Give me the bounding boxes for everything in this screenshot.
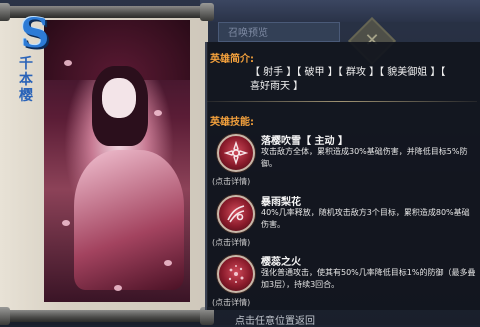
sakura-flower-icon[interactable] (217, 134, 255, 172)
petal (164, 260, 172, 266)
section-divider (207, 101, 477, 102)
petal (62, 220, 70, 226)
fire-petal-icon[interactable] (217, 255, 255, 293)
scroll-rod-bottom (0, 310, 210, 322)
petal (114, 285, 122, 291)
hero-name-char: 本 (19, 72, 33, 88)
scroll-knob (0, 307, 10, 325)
hero-name-char: 千 (19, 56, 33, 72)
intro-title: 英雄简介: (210, 54, 254, 65)
skill-description: 强化普通攻击，使其有50%几率降低目标1%的防御（最多叠加3层），持续3回合。 (261, 268, 476, 289)
skill-description: 攻击敌方全体，累积造成30%基础伤害，并降低目标5%防御。 (261, 147, 468, 168)
hero-tags: 【 射手 】【 破甲 】【 群攻 】【 貌美御姐 】【 喜好雨天 】 (250, 66, 470, 94)
skill-detail-link[interactable]: (点击详情) (212, 176, 250, 187)
hero-name: 千 本 樱 (18, 56, 34, 104)
background-header (200, 0, 480, 22)
skill-name: 落樱吹雪【 主动 】 (261, 136, 348, 147)
skill-detail-link[interactable]: (点击详情) (212, 237, 250, 248)
hero-name-char: 樱 (19, 88, 33, 104)
skill-description: 40%几率释放，随机攻击敌方3个目标，累积造成80%基础伤害。 (261, 208, 470, 229)
background-tab-label: 召唤预览 (228, 28, 268, 39)
portrait-face (102, 78, 136, 118)
scroll-knob (0, 3, 10, 21)
tags-line: 【 射手 】【 破甲 】【 群攻 】【 貌美御姐 】【 (250, 67, 446, 78)
skill-entry[interactable]: 落樱吹雪【 主动 】 攻击敌方全体，累积造成30%基础伤害，并降低目标5%防御。… (208, 134, 478, 190)
skill-entry[interactable]: 暴雨梨花 40%几率释放，随机攻击敌方3个目标，累积造成80%基础伤害。 (点击… (208, 195, 478, 251)
bloom-burst-icon[interactable] (217, 195, 255, 233)
skill-name: 樱蕊之火 (261, 257, 301, 268)
skill-detail-link[interactable]: (点击详情) (212, 297, 250, 308)
hero-portrait (44, 20, 190, 302)
tags-line: 喜好雨天 】 (250, 81, 304, 92)
portrait-robe (74, 150, 184, 290)
petal (64, 60, 72, 66)
skills-title: 英雄技能: (210, 117, 254, 128)
petal (154, 110, 162, 116)
skill-name: 暴雨梨花 (261, 197, 301, 208)
rank-badge: S (20, 10, 50, 57)
skill-entry[interactable]: 樱蕊之火 强化普通攻击，使其有50%几率降低目标1%的防御（最多叠加3层），持续… (208, 255, 478, 311)
scroll-knob (200, 3, 214, 21)
